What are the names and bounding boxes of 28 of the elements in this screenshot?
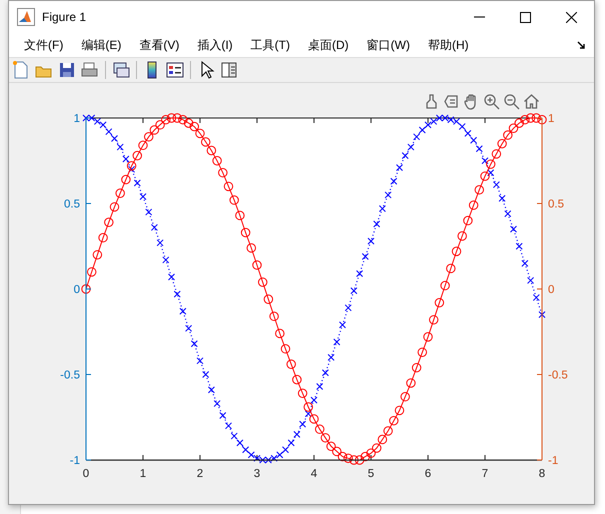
menu-item[interactable]: 帮助(H) [418,36,478,54]
tick-label: -1 [70,455,80,467]
tick-label: 4 [310,468,318,480]
tick-label: 0.5 [64,198,80,210]
menu-item[interactable]: 插入(I) [188,36,242,54]
tick-label: -1 [548,455,558,467]
tick-label: 1 [74,113,80,125]
menu-item[interactable]: 编辑(E) [72,36,130,54]
menu-item[interactable]: 窗口(W) [358,36,419,54]
menu-item[interactable]: 桌面(D) [298,36,358,54]
tick-label: 0 [548,284,554,296]
tick-label: 5 [368,468,374,480]
tick-label: 6 [424,468,432,480]
tick-label: 0 [82,468,90,480]
tick-label: 3 [254,468,260,480]
window-title: Figure 1 [42,10,88,24]
tick-label: 2 [196,468,204,480]
menu-item[interactable]: 文件(F) [15,36,72,54]
tick-label: 1 [548,113,554,125]
menu-item[interactable]: 工具(T) [242,36,299,54]
tick-label: 0 [74,284,80,296]
tick-label: 0.5 [548,198,564,210]
tick-label: -0.5 [548,370,568,382]
tick-label: 8 [538,468,546,480]
tick-label: -0.5 [60,370,80,382]
menu-item[interactable]: 查看(V) [130,36,188,54]
tick-label: 7 [482,468,488,480]
tick-label: 1 [140,468,146,480]
